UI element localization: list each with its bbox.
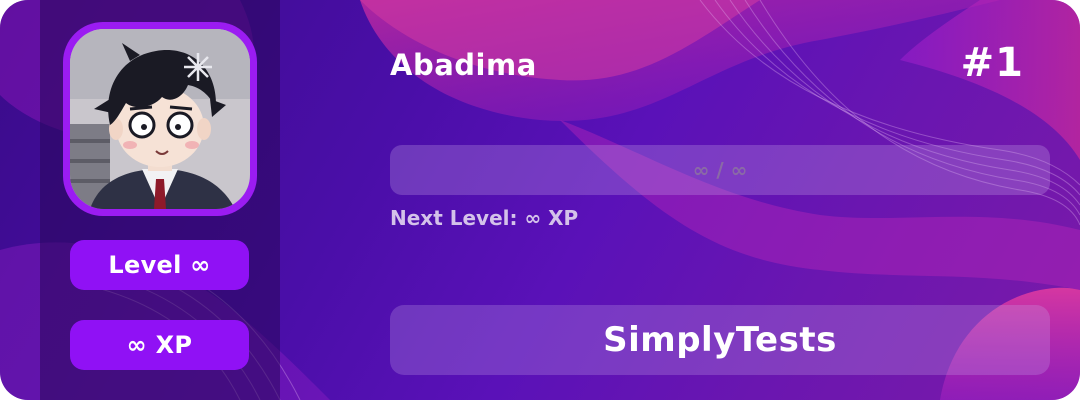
rank-number: #1 — [960, 40, 1024, 86]
xp-progress-bar: ∞ / ∞ — [390, 145, 1050, 195]
level-badge: Level ∞ — [70, 240, 249, 290]
server-name: SimplyTests — [390, 305, 1050, 375]
avatar — [70, 29, 250, 209]
username: Abadima — [390, 48, 537, 82]
xp-badge: ∞ XP — [70, 320, 249, 370]
next-level-text: Next Level: ∞ XP — [390, 206, 579, 230]
xp-progress-text: ∞ / ∞ — [692, 158, 748, 182]
anime-character-avatar-icon — [70, 29, 250, 209]
rank-card: Level ∞ ∞ XP Abadima #1 ∞ / ∞ Next Level… — [0, 0, 1080, 400]
